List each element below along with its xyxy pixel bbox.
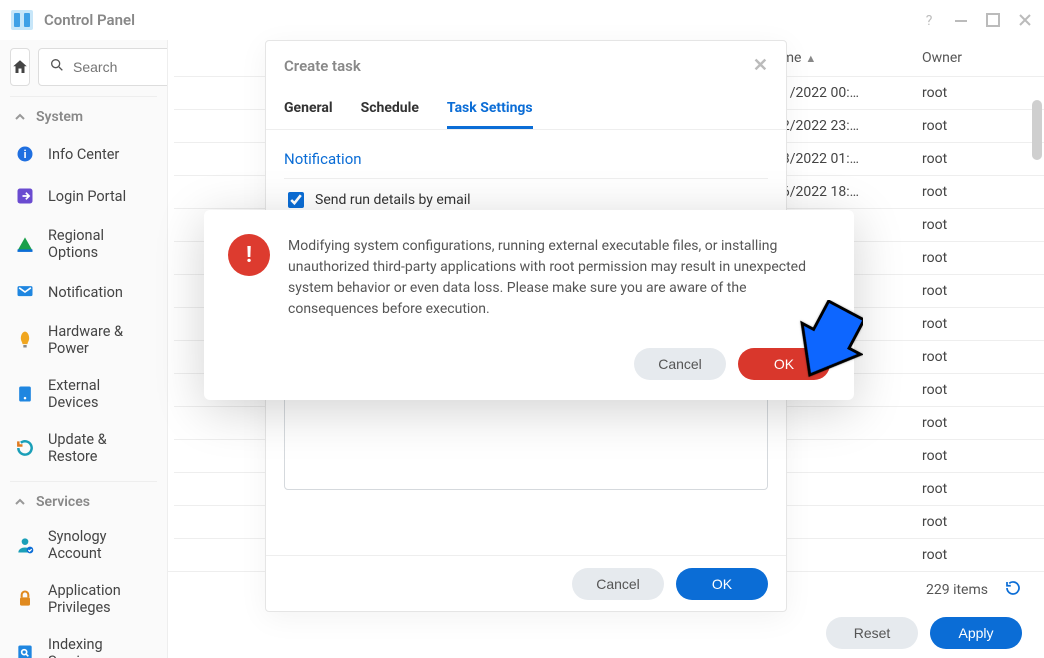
section-label: Services — [36, 494, 90, 510]
cell-owner: root — [914, 539, 1044, 572]
cell-owner: root — [914, 308, 1044, 341]
indexing-service-icon — [14, 642, 36, 658]
cell-owner: root — [914, 473, 1044, 506]
send-email-label: Send run details by email — [315, 192, 471, 208]
notification-icon — [14, 281, 36, 303]
warning-icon: ! — [228, 234, 270, 276]
sidebar-item-label: Update & Restore — [48, 431, 153, 465]
minimize-button[interactable] — [952, 11, 970, 29]
item-count: 229 items — [926, 582, 988, 598]
search-icon — [49, 57, 65, 77]
section-header-services[interactable]: Services — [10, 481, 157, 518]
cell-owner: root — [914, 275, 1044, 308]
cell-owner: root — [914, 407, 1044, 440]
column-header-owner[interactable]: Owner — [914, 40, 1044, 77]
titlebar: Control Panel ? — [0, 0, 1044, 40]
chevron-up-icon — [14, 111, 26, 123]
application-priv-icon — [14, 588, 36, 610]
svg-text:i: i — [24, 148, 27, 161]
cell-owner: root — [914, 341, 1044, 374]
sidebar-item-synology-account[interactable]: Synology Account — [10, 518, 157, 572]
sidebar-item-application-priv[interactable]: Application Privileges — [10, 572, 157, 626]
login-portal-icon — [14, 185, 36, 207]
send-email-checkbox[interactable] — [288, 192, 304, 208]
help-icon[interactable]: ? — [920, 11, 938, 29]
sidebar-item-label: Regional Options — [48, 227, 153, 261]
apply-button[interactable]: Apply — [930, 617, 1022, 649]
refresh-button[interactable] — [1004, 579, 1022, 601]
footer-actions: Reset Apply — [168, 609, 1044, 658]
sidebar-item-label: Notification — [48, 284, 123, 301]
regional-options-icon — [14, 233, 36, 255]
reset-button[interactable]: Reset — [826, 617, 918, 649]
confirm-message: Modifying system configurations, running… — [288, 236, 830, 320]
cell-owner: root — [914, 176, 1044, 209]
search-input[interactable] — [71, 58, 168, 76]
create-cancel-button[interactable]: Cancel — [572, 568, 664, 600]
svg-text:?: ? — [926, 13, 933, 28]
sidebar-item-label: Info Center — [48, 146, 119, 163]
cell-owner: root — [914, 440, 1044, 473]
close-button[interactable] — [1016, 11, 1034, 29]
sidebar-item-label: External Devices — [48, 377, 153, 411]
sidebar-item-label: Synology Account — [48, 528, 153, 562]
tab-schedule[interactable]: Schedule — [361, 90, 419, 129]
tab-general[interactable]: General — [284, 90, 333, 129]
update-restore-icon — [14, 437, 36, 459]
sidebar-item-external-devices[interactable]: External Devices — [10, 367, 157, 421]
close-icon[interactable]: ✕ — [753, 55, 768, 76]
sort-ascending-icon: ▲ — [805, 52, 816, 65]
cell-owner: root — [914, 242, 1044, 275]
sidebar-item-update-restore[interactable]: Update & Restore — [10, 421, 157, 475]
sidebar-item-label: Indexing Service — [48, 636, 153, 658]
cell-owner: root — [914, 143, 1044, 176]
app-title: Control Panel — [44, 11, 920, 29]
section-header-system[interactable]: System — [10, 96, 157, 133]
modal-title: Create task — [284, 57, 361, 75]
synology-account-icon — [14, 534, 36, 556]
sidebar-item-label: Hardware & Power — [48, 323, 153, 357]
maximize-button[interactable] — [984, 11, 1002, 29]
cell-owner: root — [914, 209, 1044, 242]
app-icon — [10, 8, 34, 32]
confirm-cancel-button[interactable]: Cancel — [634, 348, 726, 380]
sidebar: System i Info Center Login Portal Region… — [0, 40, 168, 658]
cell-owner: root — [914, 506, 1044, 539]
confirm-ok-button[interactable]: OK — [738, 348, 830, 380]
section-notification: Notification — [284, 144, 768, 179]
confirm-modal: ! Modifying system configurations, runni… — [204, 210, 854, 400]
scrollbar-thumb[interactable] — [1032, 100, 1042, 160]
search-box[interactable] — [38, 48, 168, 86]
tab-task-settings[interactable]: Task Settings — [447, 90, 533, 129]
create-ok-button[interactable]: OK — [676, 568, 768, 600]
sidebar-item-label: Login Portal — [48, 188, 126, 205]
home-button[interactable] — [10, 48, 30, 86]
hardware-power-icon — [14, 329, 36, 351]
sidebar-item-notification[interactable]: Notification — [10, 271, 157, 313]
sidebar-item-indexing-service[interactable]: Indexing Service — [10, 626, 157, 658]
sidebar-item-regional-options[interactable]: Regional Options — [10, 217, 157, 271]
external-devices-icon — [14, 383, 36, 405]
sidebar-item-login-portal[interactable]: Login Portal — [10, 175, 157, 217]
section-label: System — [36, 109, 83, 125]
info-center-icon: i — [14, 143, 36, 165]
chevron-up-icon — [14, 496, 26, 508]
sidebar-item-hardware-power[interactable]: Hardware & Power — [10, 313, 157, 367]
sidebar-item-info-center[interactable]: i Info Center — [10, 133, 157, 175]
sidebar-item-label: Application Privileges — [48, 582, 153, 616]
cell-owner: root — [914, 374, 1044, 407]
cell-owner: root — [914, 110, 1044, 143]
cell-owner: root — [914, 77, 1044, 110]
